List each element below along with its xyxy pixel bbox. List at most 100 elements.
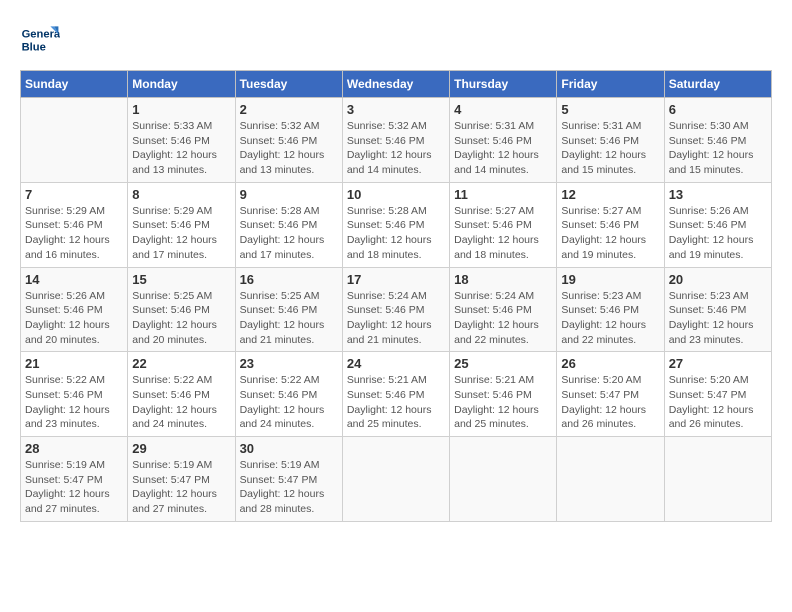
- day-number: 17: [347, 272, 445, 287]
- calendar-cell: 28Sunrise: 5:19 AM Sunset: 5:47 PM Dayli…: [21, 437, 128, 522]
- day-info: Sunrise: 5:25 AM Sunset: 5:46 PM Dayligh…: [240, 289, 338, 348]
- day-number: 9: [240, 187, 338, 202]
- calendar-cell: 24 Sunrise: 5:21 AM Sunset: 5:46 PM Dayli…: [342, 352, 449, 437]
- day-number: 1: [132, 102, 230, 117]
- day-number: 24: [347, 356, 445, 371]
- svg-text:General: General: [22, 29, 60, 41]
- day-number: 7: [25, 187, 123, 202]
- day-info: Sunrise: 5:26 AM Sunset: 5:46 PM Dayligh…: [669, 204, 767, 263]
- day-info: Sunrise: 5:32 AM Sunset: 5:46 PM Dayligh…: [347, 119, 445, 178]
- day-info: Sunrise: 5:24 AM Sunset: 5:46 PM Dayligh…: [454, 289, 552, 348]
- day-info: Sunrise: 5:28 AM Sunset: 5:46 PM Dayligh…: [347, 204, 445, 263]
- day-info: Sunrise: 5:29 AM Sunset: 5:46 PM Dayligh…: [25, 204, 123, 263]
- calendar-cell: 19 Sunrise: 5:23 AM Sunset: 5:46 PM Dayli…: [557, 267, 664, 352]
- day-number: 13: [669, 187, 767, 202]
- calendar-cell: 18 Sunrise: 5:24 AM Sunset: 5:46 PM Dayli…: [450, 267, 557, 352]
- calendar-cell: 26 Sunrise: 5:20 AM Sunset: 5:47 PM Dayli…: [557, 352, 664, 437]
- calendar-cell: 25 Sunrise: 5:21 AM Sunset: 5:46 PM Dayli…: [450, 352, 557, 437]
- weekday-header: Saturday: [664, 71, 771, 98]
- calendar-cell: [450, 437, 557, 522]
- calendar-cell: 13 Sunrise: 5:26 AM Sunset: 5:46 PM Dayli…: [664, 182, 771, 267]
- day-info: Sunrise: 5:33 AM Sunset: 5:46 PM Dayligh…: [132, 119, 230, 178]
- calendar-cell: 30 Sunrise: 5:19 AM Sunset: 5:47 PM Dayli…: [235, 437, 342, 522]
- calendar-header-row: SundayMondayTuesdayWednesdayThursdayFrid…: [21, 71, 772, 98]
- day-info: Sunrise: 5:20 AM Sunset: 5:47 PM Dayligh…: [561, 373, 659, 432]
- calendar-cell: [342, 437, 449, 522]
- day-number: 28: [25, 441, 123, 456]
- calendar-cell: 9 Sunrise: 5:28 AM Sunset: 5:46 PM Daylig…: [235, 182, 342, 267]
- day-info: Sunrise: 5:29 AM Sunset: 5:46 PM Dayligh…: [132, 204, 230, 263]
- day-number: 21: [25, 356, 123, 371]
- day-info: Sunrise: 5:19 AM Sunset: 5:47 PM Dayligh…: [132, 458, 230, 517]
- calendar-cell: 1 Sunrise: 5:33 AM Sunset: 5:46 PM Daylig…: [128, 98, 235, 183]
- day-info: Sunrise: 5:22 AM Sunset: 5:46 PM Dayligh…: [25, 373, 123, 432]
- calendar-cell: 4Sunrise: 5:31 AM Sunset: 5:46 PM Daylig…: [450, 98, 557, 183]
- day-number: 19: [561, 272, 659, 287]
- calendar-week-row: 14Sunrise: 5:26 AM Sunset: 5:46 PM Dayli…: [21, 267, 772, 352]
- weekday-header: Tuesday: [235, 71, 342, 98]
- day-number: 18: [454, 272, 552, 287]
- day-info: Sunrise: 5:27 AM Sunset: 5:46 PM Dayligh…: [454, 204, 552, 263]
- calendar-cell: 12 Sunrise: 5:27 AM Sunset: 5:46 PM Dayli…: [557, 182, 664, 267]
- day-number: 30: [240, 441, 338, 456]
- day-number: 11: [454, 187, 552, 202]
- general-blue-logo-icon: General Blue: [20, 20, 60, 60]
- calendar-cell: 7 Sunrise: 5:29 AM Sunset: 5:46 PM Daylig…: [21, 182, 128, 267]
- calendar-cell: [21, 98, 128, 183]
- calendar-week-row: 7 Sunrise: 5:29 AM Sunset: 5:46 PM Daylig…: [21, 182, 772, 267]
- calendar-cell: 5Sunrise: 5:31 AM Sunset: 5:46 PM Daylig…: [557, 98, 664, 183]
- day-info: Sunrise: 5:22 AM Sunset: 5:46 PM Dayligh…: [132, 373, 230, 432]
- day-number: 29: [132, 441, 230, 456]
- day-number: 16: [240, 272, 338, 287]
- day-number: 10: [347, 187, 445, 202]
- calendar-cell: 3 Sunrise: 5:32 AM Sunset: 5:46 PM Daylig…: [342, 98, 449, 183]
- day-number: 4: [454, 102, 552, 117]
- day-info: Sunrise: 5:30 AM Sunset: 5:46 PM Dayligh…: [669, 119, 767, 178]
- day-info: Sunrise: 5:19 AM Sunset: 5:47 PM Dayligh…: [240, 458, 338, 517]
- day-number: 25: [454, 356, 552, 371]
- calendar-cell: 16 Sunrise: 5:25 AM Sunset: 5:46 PM Dayli…: [235, 267, 342, 352]
- day-number: 23: [240, 356, 338, 371]
- calendar-cell: 2Sunrise: 5:32 AM Sunset: 5:46 PM Daylig…: [235, 98, 342, 183]
- day-info: Sunrise: 5:21 AM Sunset: 5:46 PM Dayligh…: [347, 373, 445, 432]
- weekday-header: Wednesday: [342, 71, 449, 98]
- day-info: Sunrise: 5:25 AM Sunset: 5:46 PM Dayligh…: [132, 289, 230, 348]
- logo: General Blue: [20, 20, 64, 60]
- page-header: General Blue: [20, 20, 772, 60]
- day-info: Sunrise: 5:23 AM Sunset: 5:46 PM Dayligh…: [669, 289, 767, 348]
- day-number: 2: [240, 102, 338, 117]
- calendar-cell: 15 Sunrise: 5:25 AM Sunset: 5:46 PM Dayli…: [128, 267, 235, 352]
- calendar-cell: 10 Sunrise: 5:28 AM Sunset: 5:46 PM Dayli…: [342, 182, 449, 267]
- calendar-week-row: 21 Sunrise: 5:22 AM Sunset: 5:46 PM Dayli…: [21, 352, 772, 437]
- calendar-cell: [557, 437, 664, 522]
- day-number: 8: [132, 187, 230, 202]
- day-number: 15: [132, 272, 230, 287]
- calendar-cell: 29 Sunrise: 5:19 AM Sunset: 5:47 PM Dayli…: [128, 437, 235, 522]
- day-info: Sunrise: 5:28 AM Sunset: 5:46 PM Dayligh…: [240, 204, 338, 263]
- day-info: Sunrise: 5:31 AM Sunset: 5:46 PM Dayligh…: [561, 119, 659, 178]
- calendar-cell: 17 Sunrise: 5:24 AM Sunset: 5:46 PM Dayli…: [342, 267, 449, 352]
- day-info: Sunrise: 5:22 AM Sunset: 5:46 PM Dayligh…: [240, 373, 338, 432]
- day-info: Sunrise: 5:20 AM Sunset: 5:47 PM Dayligh…: [669, 373, 767, 432]
- day-number: 14: [25, 272, 123, 287]
- day-info: Sunrise: 5:24 AM Sunset: 5:46 PM Dayligh…: [347, 289, 445, 348]
- calendar-cell: 20 Sunrise: 5:23 AM Sunset: 5:46 PM Dayli…: [664, 267, 771, 352]
- weekday-header: Thursday: [450, 71, 557, 98]
- calendar-cell: 22Sunrise: 5:22 AM Sunset: 5:46 PM Dayli…: [128, 352, 235, 437]
- day-number: 20: [669, 272, 767, 287]
- weekday-header: Friday: [557, 71, 664, 98]
- calendar-cell: 11 Sunrise: 5:27 AM Sunset: 5:46 PM Dayli…: [450, 182, 557, 267]
- calendar-table: SundayMondayTuesdayWednesdayThursdayFrid…: [20, 70, 772, 522]
- day-number: 3: [347, 102, 445, 117]
- weekday-header: Sunday: [21, 71, 128, 98]
- calendar-week-row: 1 Sunrise: 5:33 AM Sunset: 5:46 PM Daylig…: [21, 98, 772, 183]
- day-info: Sunrise: 5:21 AM Sunset: 5:46 PM Dayligh…: [454, 373, 552, 432]
- calendar-cell: 27Sunrise: 5:20 AM Sunset: 5:47 PM Dayli…: [664, 352, 771, 437]
- day-number: 26: [561, 356, 659, 371]
- day-info: Sunrise: 5:23 AM Sunset: 5:46 PM Dayligh…: [561, 289, 659, 348]
- day-number: 12: [561, 187, 659, 202]
- day-info: Sunrise: 5:27 AM Sunset: 5:46 PM Dayligh…: [561, 204, 659, 263]
- calendar-cell: [664, 437, 771, 522]
- calendar-week-row: 28 Sunrise: 5:19 AM Sunset: 5:47 PM Dayli…: [21, 437, 772, 522]
- weekday-header: Monday: [128, 71, 235, 98]
